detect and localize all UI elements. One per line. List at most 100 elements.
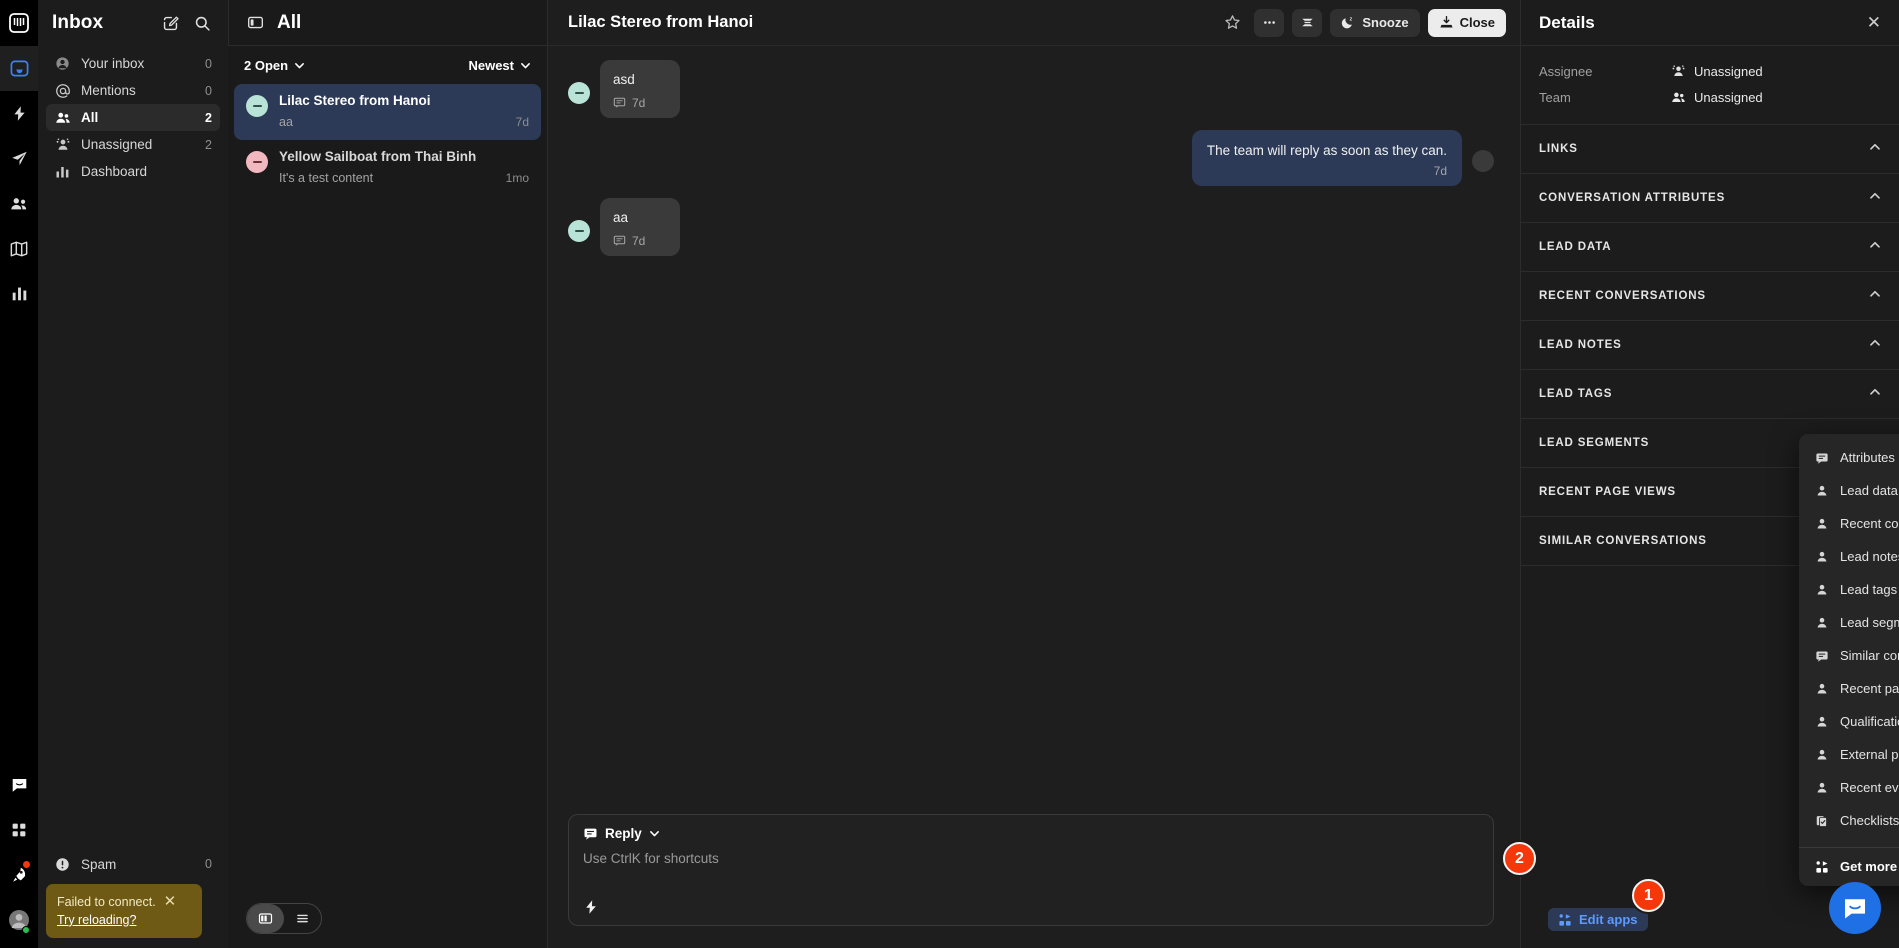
sort-dropdown[interactable]: Newest [468,58,531,73]
search-icon[interactable] [190,11,214,35]
open-filter-dropdown[interactable]: 2 Open [244,58,305,73]
details-section-lead-data[interactable]: LEAD DATA [1521,222,1899,271]
comment-icon [613,235,626,247]
message-bubble[interactable]: The team will reply as soon as they can.… [1191,129,1462,187]
sidebar-item-label: Mentions [81,83,136,98]
composer-tabs: Reply [583,826,1479,841]
details-section-lead-notes[interactable]: LEAD NOTES [1521,320,1899,369]
conversation-item-name: Lilac Stereo from Hanoi [279,93,431,108]
panel-toggle-icon[interactable] [243,11,267,35]
message-bubble[interactable]: aa 7d [600,198,680,256]
team-value[interactable]: Unassigned [1671,90,1763,105]
app-item-label: Similar conversations [1840,648,1899,663]
step-marker-1: 1 [1632,879,1665,912]
message-text: aa [613,210,629,226]
close-label: Close [1459,15,1495,30]
app-item-attributes[interactable]: Attributes [1806,441,1899,474]
sidebar-item-all[interactable]: All 2 [46,104,220,131]
close-icon[interactable]: ✕ [1867,14,1881,31]
details-section-recent-conversations[interactable]: RECENT CONVERSATIONS [1521,271,1899,320]
get-more-apps-button[interactable]: Get more in the app store [1799,848,1899,886]
sidebar-item-unassigned[interactable]: Unassigned 2 [46,131,220,158]
rail-item-inbox[interactable] [0,46,38,91]
list-view-icon[interactable] [284,904,321,933]
people-dotted-icon [54,136,71,153]
composer-tab-reply[interactable]: Reply [605,826,642,841]
star-icon[interactable] [1218,9,1246,37]
sidebar-item-your-inbox[interactable]: Your inbox 0 [46,50,220,77]
team-row: Team Unassigned [1539,84,1881,110]
chevron-up-icon [1869,238,1881,256]
whats-new-badge [23,861,30,868]
more-actions-button[interactable] [1254,8,1285,37]
sidebar-item-count: 0 [205,56,212,71]
sidebar-item-count: 0 [205,857,212,872]
message-meta: 7d [613,96,667,110]
team-text: Unassigned [1694,89,1763,105]
rail-item-outbound[interactable] [0,136,38,181]
lightning-icon[interactable] [583,899,599,915]
app-item-recent-conversations[interactable]: Recent conversations [1806,507,1899,540]
sidebar-item-mentions[interactable]: Mentions 0 [46,77,220,104]
rail-item-explore[interactable] [0,226,38,271]
conversation-list-toolbar: 2 Open Newest [228,46,547,84]
toast-retry-link[interactable]: Try reloading? [57,911,156,929]
rail-item-reports[interactable] [0,271,38,316]
assignee-value[interactable]: Unassigned [1671,64,1763,79]
app-item-recent-page-views[interactable]: Recent page views [1806,672,1899,705]
compose-icon[interactable] [158,11,182,35]
rail-item-messenger[interactable] [0,762,38,807]
app-item-label: Checklists [1840,813,1899,828]
chevron-down-icon [295,62,305,68]
rail-item-whats-new[interactable] [0,852,38,897]
sidebar-item-spam[interactable]: Spam 0 [46,851,220,878]
app-item-similar-conversations[interactable]: Similar conversations [1806,639,1899,672]
message-time: 7d [632,233,646,248]
close-conversation-button[interactable]: Close [1427,8,1506,37]
app-item-qualification[interactable]: Qualification [1806,705,1899,738]
split-view-icon[interactable] [247,904,284,933]
people-icon [54,109,71,126]
avatar [568,81,590,104]
snooze-button[interactable]: z Snooze [1330,8,1420,37]
details-section-lead-tags[interactable]: LEAD TAGS [1521,369,1899,418]
comment-icon [584,828,597,840]
app-item-lead-data[interactable]: Lead data [1806,474,1899,507]
snooze-tray-button[interactable] [1292,8,1323,37]
marker-number: 1 [1644,886,1653,904]
checklist-icon [1814,814,1829,828]
conversation-list-item-1[interactable]: Yellow Sailboat from Thai Binh It's a te… [234,140,541,196]
sidebar-item-dashboard[interactable]: Dashboard [46,158,220,185]
app-item-lead-notes[interactable]: Lead notes [1806,540,1899,573]
details-section-conversation-attributes[interactable]: CONVERSATION ATTRIBUTES [1521,173,1899,222]
edit-apps-button[interactable]: Edit apps [1548,908,1648,931]
message-row-0: asd 7d [568,60,1494,118]
rail-item-automation[interactable] [0,91,38,136]
person-icon [1814,616,1829,630]
edit-apps-label: Edit apps [1579,912,1638,927]
app-item-label: Recent conversations [1840,516,1899,531]
details-section-links[interactable]: LINKS [1521,124,1899,173]
messenger-launcher-fab[interactable] [1829,882,1881,934]
app-item-lead-tags[interactable]: Lead tags [1806,573,1899,606]
conversation-item-row-title: Lilac Stereo from Hanoi [279,93,529,108]
details-assignment-fields: Assignee Unassigned Team Unassigned [1521,46,1899,124]
rail-item-apps[interactable] [0,807,38,852]
app-item-lead-segments[interactable]: Lead segments [1806,606,1899,639]
reply-composer[interactable]: Reply Use CtrlK for shortcuts [568,814,1494,926]
app-item-label: Recent page views [1840,681,1899,696]
app-item-recent-events[interactable]: Recent events [1806,771,1899,804]
app-item-external-profiles[interactable]: External profiles [1806,738,1899,771]
app-item-checklists[interactable]: Checklists [1806,804,1899,837]
avatar [568,219,590,242]
rail-item-contacts[interactable] [0,181,38,226]
assignee-row: Assignee Unassigned [1539,58,1881,84]
message-bubble[interactable]: asd 7d [600,60,680,118]
rail-item-profile[interactable] [0,897,38,942]
section-title: LEAD DATA [1539,241,1612,253]
section-title: LINKS [1539,143,1578,155]
app-item-staging-doran[interactable]: STAGING: Doran [1806,837,1899,841]
reply-input-placeholder[interactable]: Use CtrlK for shortcuts [583,851,1479,899]
close-icon[interactable]: ✕ [164,894,177,909]
conversation-list-item-0[interactable]: Lilac Stereo from Hanoi aa 7d [234,84,541,140]
